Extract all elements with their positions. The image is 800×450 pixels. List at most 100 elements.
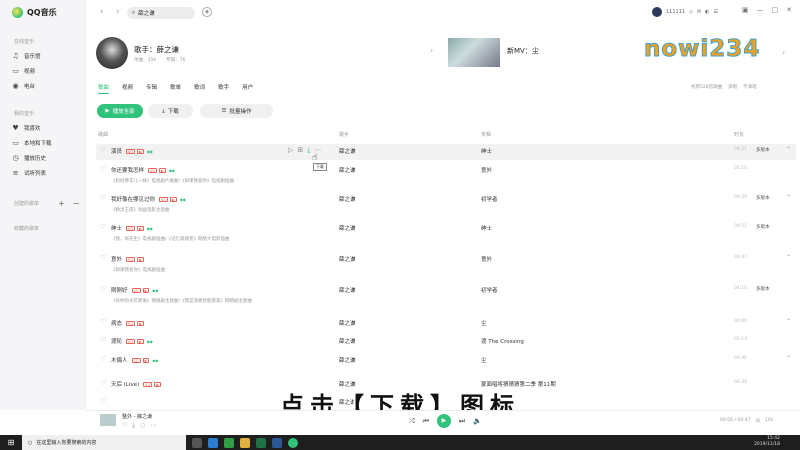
edge-icon[interactable] <box>208 437 218 448</box>
qq-music-taskbar-icon[interactable] <box>288 437 298 448</box>
mv-badge-icon[interactable]: ▶ <box>137 257 144 262</box>
voice-search-icon[interactable]: ◉ <box>202 7 212 17</box>
mv-badge-icon[interactable]: ▶ <box>159 168 166 173</box>
song-album[interactable]: 绅士 <box>481 224 492 232</box>
search-input[interactable]: ⌕ 薛之谦 <box>127 7 195 19</box>
song-title[interactable]: 我好像在哪见过你 SQ ▶ ◆◆ <box>111 195 187 203</box>
app-logo[interactable]: QQ音乐 <box>12 7 57 18</box>
prev-icon[interactable]: ⏮ <box>423 417 429 426</box>
mv-chevron-icon[interactable]: › <box>782 48 785 57</box>
song-row[interactable]: ♡ 绅士 SQ ▶ ◆◆ 《我，尚先生》电视剧插曲/《记忆裁缝者》网络大电影插曲 薛之谦 绅士… <box>96 221 796 247</box>
play-pause-button[interactable]: ▶ <box>436 414 451 428</box>
mv-badge-icon[interactable]: ▶ <box>170 197 177 202</box>
word-icon[interactable] <box>272 437 282 448</box>
col-singer[interactable]: 歌手 <box>339 131 349 138</box>
song-singer[interactable]: 薛之谦 <box>339 356 356 364</box>
versions-dropdown[interactable]: 多版本 <box>756 286 770 292</box>
artist-photo[interactable] <box>96 37 128 69</box>
col-duration[interactable]: 时长 <box>734 131 744 138</box>
song-row[interactable]: ♡ 我好像在哪见过你 SQ ▶ ◆◆ 《精灵王座》动画电影主题曲 薛之谦 初学者 04:39 多版… <box>96 192 796 218</box>
tab-item[interactable]: 歌单 <box>170 83 181 94</box>
song-row[interactable]: ♡ 演员 SQ ▶ ◆◆ 薛之谦 绅士 04:21 多版本 ⌃ ▷ ⊞ ⤓ ⋯ <box>96 144 796 160</box>
add-to-list-icon[interactable]: ⊞ <box>297 146 303 155</box>
song-album[interactable]: 意外 <box>481 255 492 263</box>
artist-name[interactable]: 歌手：薛之谦 <box>134 44 179 55</box>
now-playing-cover[interactable] <box>100 414 116 426</box>
song-title[interactable]: 刚刚好 SQ ▶ ◆◆ <box>111 286 159 294</box>
sidebar-item[interactable]: ◷ 播放历史 <box>12 153 46 163</box>
minimize-icon[interactable]: — <box>757 6 764 14</box>
song-singer[interactable]: 薛之谦 <box>339 224 356 232</box>
col-album[interactable]: 专辑 <box>481 131 491 138</box>
song-singer[interactable]: 薛之谦 <box>339 337 356 345</box>
play-icon[interactable]: ▷ <box>288 146 293 155</box>
song-album[interactable]: 尘 <box>481 356 487 364</box>
sidebar-item[interactable]: ▭ 本地和下载 <box>12 138 51 148</box>
mv-badge-icon[interactable]: ▶ <box>142 358 150 363</box>
add-playlist-icon[interactable]: + <box>58 199 65 208</box>
taskbar-search-input[interactable]: ○ 在这里输入你要搜索的内容 <box>22 435 186 450</box>
settings-icon[interactable]: ☰ <box>714 9 718 15</box>
like-icon[interactable]: ♡ <box>100 146 106 154</box>
mv-badge-icon[interactable]: ▶ <box>137 226 144 231</box>
song-album[interactable]: 初学者 <box>481 195 498 203</box>
song-row[interactable]: ♡ 渡轮 SQ ▶ ◆◆ 薛之谦 渡 The Crossing 05:13 <box>96 334 796 350</box>
song-album[interactable]: 渡 The Crossing <box>481 337 524 345</box>
expand-icon[interactable]: ⌃ <box>786 146 791 153</box>
song-singer[interactable]: 薛之谦 <box>339 147 356 155</box>
song-title[interactable]: 你还要我怎样 SQ ▶ ◆◆ <box>111 166 176 174</box>
like-icon[interactable]: ♡ <box>122 422 127 430</box>
tab-item[interactable]: 歌词 <box>194 83 205 94</box>
explorer-icon[interactable] <box>240 437 250 448</box>
sidebar-item[interactable]: ▭ 视频 <box>12 66 35 76</box>
lyrics-icon[interactable]: 词 <box>755 418 760 424</box>
mv-badge-icon[interactable]: ▶ <box>142 288 150 293</box>
expand-icon[interactable]: ⌃ <box>786 194 791 201</box>
song-title[interactable]: 绅士 SQ ▶ ◆◆ <box>111 224 154 232</box>
song-title[interactable]: 演员 SQ ▶ ◆◆ <box>111 147 154 155</box>
like-icon[interactable]: ♡ <box>100 165 106 173</box>
expand-icon[interactable]: ⌃ <box>786 318 791 325</box>
like-icon[interactable]: ♡ <box>100 355 106 363</box>
expand-icon[interactable]: ⌃ <box>786 254 791 261</box>
song-row[interactable]: ♡ 病态 SQ ▶ 薛之谦 尘 04:00 ⌃ <box>96 316 796 332</box>
versions-dropdown[interactable]: 多版本 <box>756 147 770 153</box>
play-all-button[interactable]: ▶ 播放全部 <box>97 104 143 118</box>
song-row[interactable]: ♡ 木偶人 SQ ▶ ◆◆ 薛之谦 尘 04:46 ⌃ <box>96 353 796 369</box>
excel-icon[interactable] <box>256 437 266 448</box>
song-album[interactable]: 意外 <box>481 166 492 174</box>
like-icon[interactable]: ♡ <box>100 336 106 344</box>
mv-badge-icon[interactable]: ▶ <box>137 339 144 344</box>
new-mv-label[interactable]: 新MV：尘 <box>507 46 539 56</box>
like-icon[interactable]: ♡ <box>100 254 106 262</box>
tab-item[interactable]: 歌曲 <box>98 83 110 94</box>
song-singer[interactable]: 薛之谦 <box>339 166 356 174</box>
mv-thumbnail[interactable] <box>448 38 500 67</box>
artist-chevron-icon[interactable]: › <box>430 46 433 55</box>
mv-badge-icon[interactable]: ▶ <box>137 321 144 326</box>
result-filter-item[interactable]: 不演唱 <box>743 84 757 90</box>
song-title[interactable]: 意外 SQ ▶ <box>111 255 144 263</box>
song-title[interactable]: 木偶人 SQ ▶ ◆◆ <box>111 356 159 364</box>
wechat-icon[interactable] <box>224 437 234 448</box>
comment-icon[interactable]: ◌ <box>140 422 145 430</box>
expand-icon[interactable]: ⌃ <box>786 355 791 362</box>
song-singer[interactable]: 薛之谦 <box>339 255 356 263</box>
maximize-icon[interactable]: □ <box>772 6 779 14</box>
sidebar-item[interactable]: ♫ 音乐馆 <box>12 51 40 61</box>
song-singer[interactable]: 薛之谦 <box>339 319 356 327</box>
tab-item[interactable]: 歌手 <box>218 83 229 94</box>
windows-start-icon[interactable]: ⊞ <box>0 435 22 450</box>
like-icon[interactable]: ♡ <box>100 194 106 202</box>
like-icon[interactable]: ♡ <box>100 223 106 231</box>
song-row[interactable]: ♡ 你还要我怎样 SQ ▶ ◆◆ 《妈妈像花儿一样》电视剧片尾曲/《如果我爱你》电视剧插曲… <box>96 163 796 189</box>
more-icon[interactable]: ⋯ <box>150 422 156 430</box>
song-singer[interactable]: 薛之谦 <box>339 286 356 294</box>
sidebar-item[interactable]: ◉ 电台 <box>12 81 35 91</box>
download-icon[interactable]: ⤓ <box>132 422 135 430</box>
close-icon[interactable]: ✕ <box>786 6 792 14</box>
collapse-icon[interactable]: − <box>73 199 80 208</box>
song-title[interactable]: 渡轮 SQ ▶ ◆◆ <box>111 337 154 345</box>
song-singer[interactable]: 薛之谦 <box>339 195 356 203</box>
task-view-icon[interactable] <box>192 437 202 448</box>
